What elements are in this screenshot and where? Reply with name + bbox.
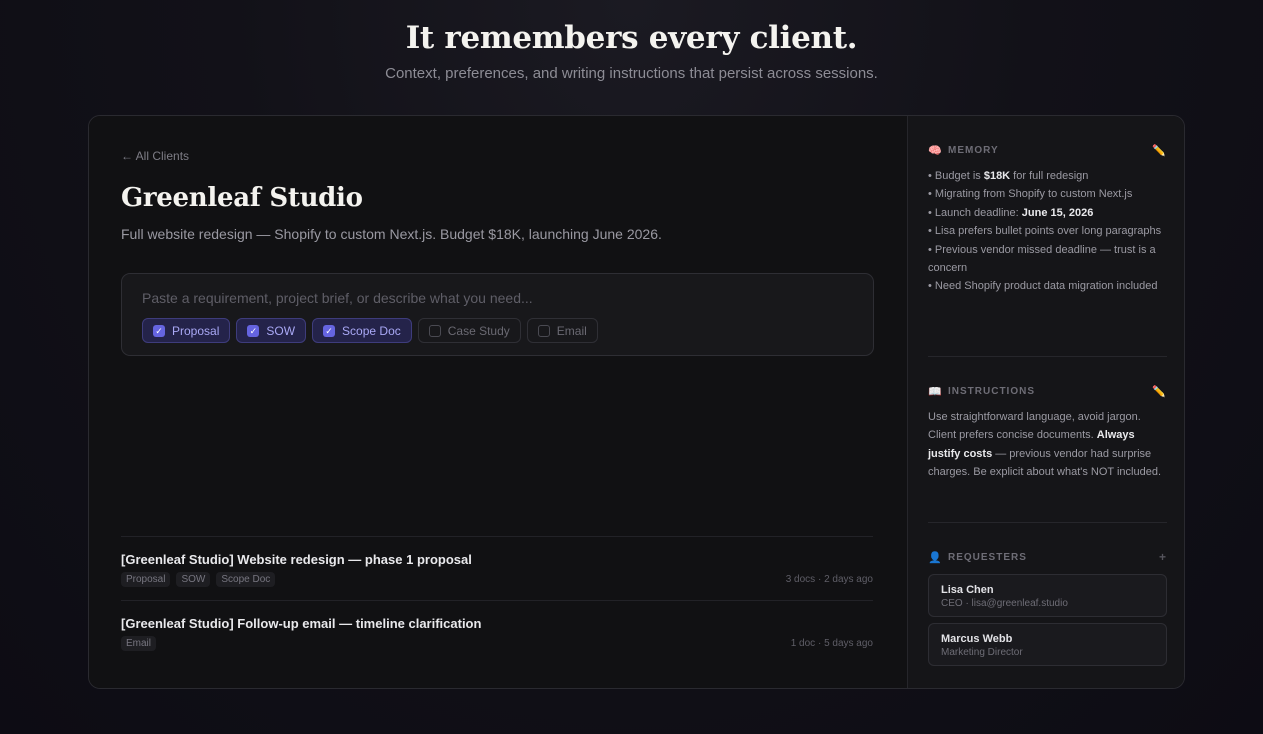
document-row[interactable]: [Greenleaf Studio] Follow-up email — tim… <box>121 600 873 664</box>
checkbox-empty-icon <box>428 324 441 337</box>
chip-label: Email <box>556 323 587 338</box>
requester-name: Marcus Webb <box>941 633 1013 645</box>
client-main-panel: ← All Clients Greenleaf Studio Full webs… <box>89 116 907 688</box>
client-sidebar: 🧠 MEMORY ✏️ • Budget is $18K for full re… <box>907 116 1184 688</box>
client-name: Greenleaf Studio <box>121 183 363 213</box>
brain-icon: 🧠 <box>928 144 943 157</box>
memory-item: • Lisa prefers bullet points over long p… <box>928 225 1162 238</box>
all-clients-link[interactable]: ← All Clients <box>121 149 189 163</box>
checkbox-checked-icon: ✓ <box>153 324 165 337</box>
memory-item: • Previous vendor missed deadline — trus… <box>928 243 1156 275</box>
memory-heading: MEMORY <box>948 144 999 156</box>
checkbox-checked-icon: ✓ <box>247 324 260 337</box>
chip-label: Proposal <box>172 323 220 338</box>
chip-label: Scope Doc <box>342 323 401 338</box>
chip-label: SOW <box>266 323 296 338</box>
document-meta: 3 docs · 2 days ago <box>785 574 873 585</box>
memory-item: • Need Shopify product data migration in… <box>928 280 1158 293</box>
document-tags: Email <box>121 636 157 651</box>
edit-memory-pencil-icon[interactable]: ✏️ <box>1152 144 1167 157</box>
doc-type-chip[interactable]: Email <box>526 318 598 343</box>
memory-list: • Budget is $18K for full redesign • Migr… <box>928 167 1167 296</box>
document-tag: Proposal <box>121 572 171 587</box>
section-divider <box>928 356 1167 357</box>
document-title: [Greenleaf Studio] Follow-up email — tim… <box>121 616 482 631</box>
requester-list: Lisa Chen CEO · lisa@greenleaf.studio Marc… <box>928 574 1167 666</box>
memory-item: • Migrating from Shopify to custom Next.… <box>928 188 1133 201</box>
hero-title: It remembers every client. <box>405 20 858 56</box>
instructions-text: Use straightforward language, avoid jarg… <box>928 411 1162 479</box>
doc-type-chip[interactable]: ✓ Scope Doc <box>312 318 412 343</box>
section-divider <box>928 522 1167 523</box>
chip-label: Case Study <box>447 323 510 338</box>
doc-type-chip[interactable]: ✓ Proposal <box>142 318 231 343</box>
requester-name: Lisa Chen <box>941 584 994 596</box>
requesters-heading: REQUESTERS <box>948 551 1027 563</box>
document-meta: 1 doc · 5 days ago <box>790 638 873 649</box>
doc-type-chips: ✓ Proposal ✓ SOW ✓ Scope Doc Case Study Email <box>142 318 598 343</box>
document-tag: SOW <box>176 572 211 587</box>
document-list: [Greenleaf Studio] Website redesign — ph… <box>121 536 873 664</box>
document-tag: Email <box>121 636 157 651</box>
person-icon: 👤 <box>928 551 943 564</box>
memory-section: 🧠 MEMORY ✏️ • Budget is $18K for full re… <box>928 143 1167 296</box>
client-card: ← All Clients Greenleaf Studio Full webs… <box>88 115 1185 689</box>
instructions-heading: INSTRUCTIONS <box>948 385 1035 397</box>
memory-item: • Budget is $18K for full redesign <box>928 170 1089 182</box>
requester-card[interactable]: Lisa Chen CEO · lisa@greenleaf.studio <box>928 574 1167 617</box>
document-tag: Scope Doc <box>216 572 276 587</box>
requester-role: CEO · lisa@greenleaf.studio <box>941 598 1068 609</box>
requesters-section: 👤 REQUESTERS + Lisa Chen CEO · lisa@green… <box>928 550 1167 666</box>
document-tags: Proposal SOW Scope Doc <box>121 572 276 587</box>
instructions-section: 📖 INSTRUCTIONS ✏️ Use straightforward la… <box>928 384 1167 482</box>
document-row[interactable]: [Greenleaf Studio] Website redesign — ph… <box>121 536 873 600</box>
document-title: [Greenleaf Studio] Website redesign — ph… <box>121 552 472 567</box>
client-description: Full website redesign — Shopify to custo… <box>121 226 662 242</box>
doc-type-chip[interactable]: Case Study <box>417 318 521 343</box>
book-icon: 📖 <box>928 385 943 398</box>
checkbox-checked-icon: ✓ <box>323 324 336 337</box>
requester-role: Marketing Director <box>941 647 1023 658</box>
request-composer: ✓ Proposal ✓ SOW ✓ Scope Doc Case Study Email <box>121 273 874 356</box>
hero-subtitle: Context, preferences, and writing instru… <box>385 65 878 82</box>
requester-card[interactable]: Marcus Webb Marketing Director <box>928 623 1167 666</box>
memory-item: • Launch deadline: June 15, 2026 <box>928 206 1094 219</box>
add-requester-button[interactable]: + <box>1159 550 1167 564</box>
requirement-input[interactable] <box>142 290 842 306</box>
checkbox-empty-icon <box>537 324 550 337</box>
doc-type-chip[interactable]: ✓ SOW <box>236 318 307 343</box>
edit-instructions-pencil-icon[interactable]: ✏️ <box>1152 385 1167 398</box>
